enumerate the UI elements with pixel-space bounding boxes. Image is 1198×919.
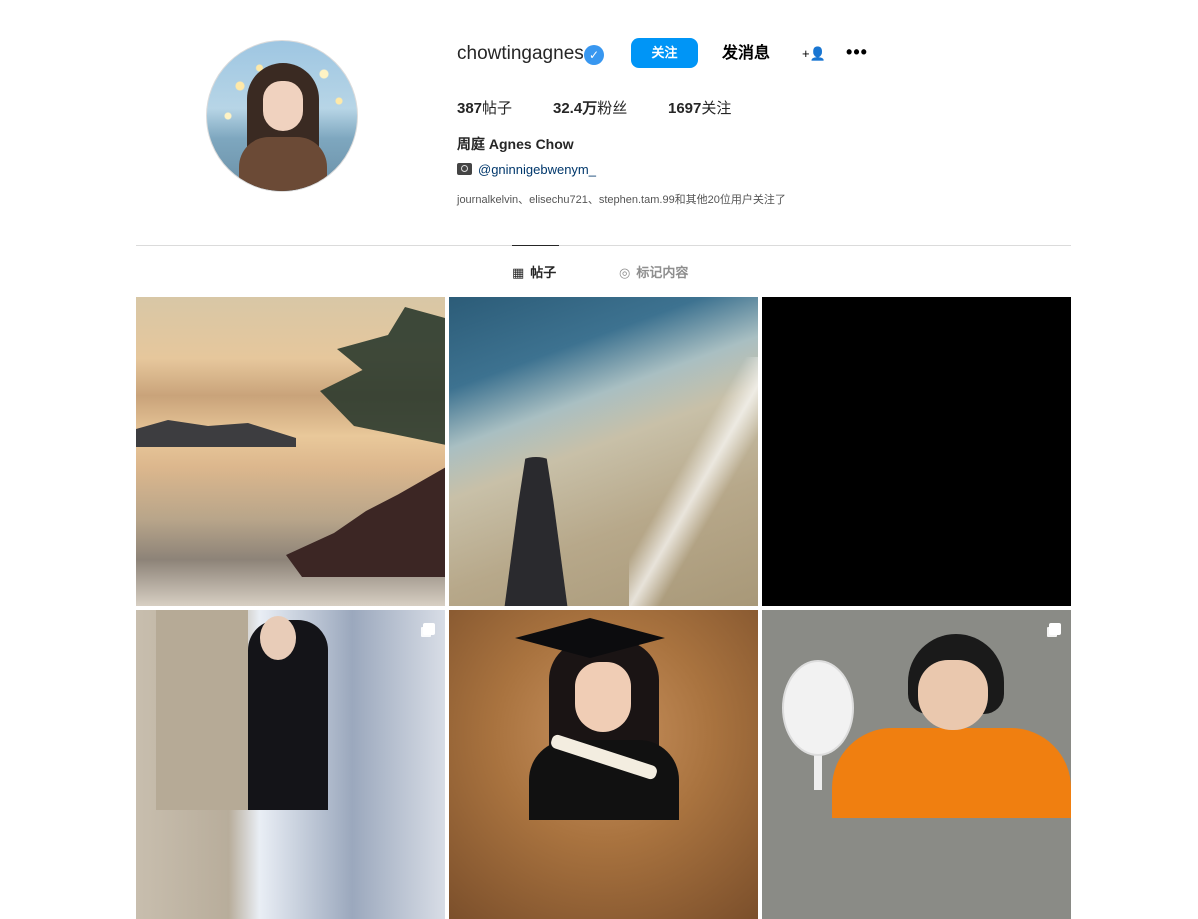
post-thumbnail[interactable] [449, 610, 758, 919]
camera-icon [457, 163, 472, 175]
tab-tagged-label: 标记内容 [636, 265, 689, 280]
avatar-coat [239, 137, 327, 191]
multiple-photos-icon [423, 623, 435, 635]
tagged-user-icon: ◎ [619, 265, 631, 280]
bio-link[interactable]: @gninnigebwenym_ [457, 162, 596, 177]
post-thumbnail[interactable] [136, 610, 445, 919]
grid-icon: ▦ [512, 265, 525, 280]
tabs-divider [136, 245, 1071, 246]
message-button[interactable]: 发消息 [718, 40, 774, 68]
photo-shirt [832, 728, 1071, 818]
multiple-photos-icon [1049, 623, 1061, 635]
tab-posts[interactable]: ▦ 帖子 [512, 264, 556, 282]
active-tab-indicator [512, 245, 559, 246]
suggest-user-icon[interactable]: +👤 [802, 44, 826, 64]
verified-badge-icon: ✓ [584, 45, 604, 65]
painting-hill [136, 420, 296, 447]
followed-by-text[interactable]: journalkelvin、elisechu721、stephen.tam.99… [457, 191, 786, 207]
posts-count: 387帖子 [457, 97, 512, 118]
follow-button[interactable]: 关注 [631, 38, 698, 68]
photo-strainer [782, 660, 854, 756]
painting-rocks [286, 467, 445, 577]
profile-username: chowtingagnes [457, 43, 584, 64]
photo-face [575, 662, 631, 732]
followers-number: 32.4万 [553, 100, 598, 117]
posts-number: 387 [457, 100, 483, 117]
photo-strainer-handle [814, 750, 822, 790]
followers-label: 粉丝 [597, 100, 628, 117]
post-thumbnail[interactable] [449, 297, 758, 606]
followers-count[interactable]: 32.4万粉丝 [553, 97, 627, 118]
tab-posts-label: 帖子 [530, 265, 557, 280]
post-thumbnail[interactable] [762, 297, 1071, 606]
painting-tree [320, 307, 445, 447]
post-thumbnail[interactable] [762, 610, 1071, 919]
bio-link-text[interactable]: @gninnigebwenym_ [478, 162, 596, 177]
photo-pillar [156, 610, 248, 810]
following-count[interactable]: 1697关注 [668, 97, 731, 118]
profile-full-name: 周庭 Agnes Chow [457, 136, 574, 152]
tab-tagged[interactable]: ◎ 标记内容 [619, 264, 688, 282]
photo-face [918, 660, 988, 730]
following-label: 关注 [701, 100, 732, 117]
beach-foam [629, 357, 758, 606]
posts-label: 帖子 [482, 100, 513, 117]
photo-head [260, 616, 296, 660]
post-thumbnail[interactable] [136, 297, 445, 606]
following-number: 1697 [668, 100, 702, 117]
profile-avatar[interactable] [206, 40, 358, 192]
avatar-face [263, 81, 303, 131]
beach-shadow [504, 457, 568, 606]
more-options-icon[interactable]: ••• [844, 40, 870, 66]
